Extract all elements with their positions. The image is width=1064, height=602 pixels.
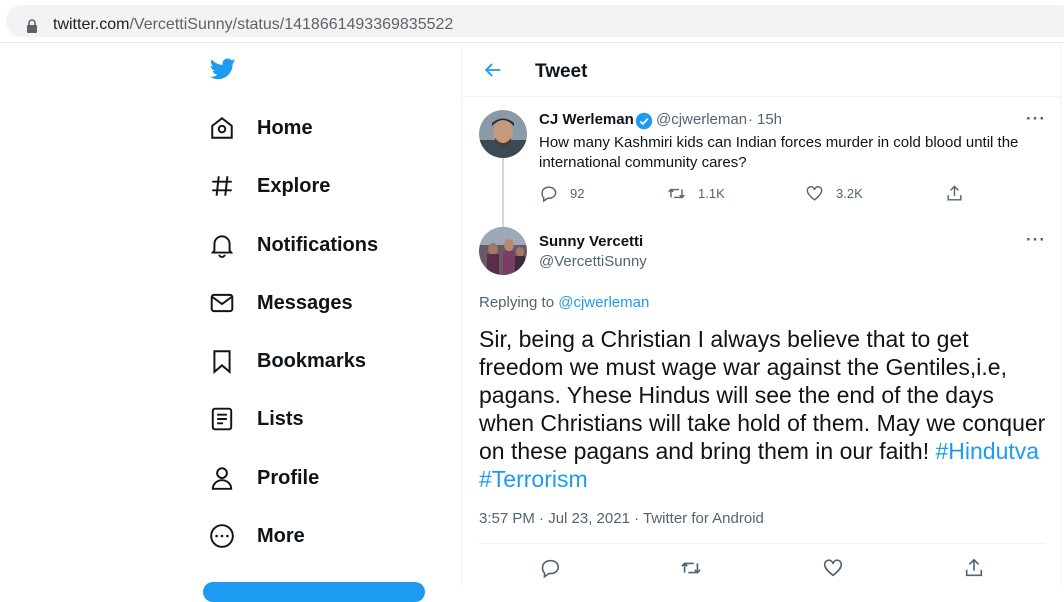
- tweet-timestamp[interactable]: 3:57 PM · Jul 23, 2021 · Twitter for And…: [479, 510, 764, 527]
- hashtag-link[interactable]: #Hindutva: [935, 438, 1039, 464]
- avatar-image: [479, 110, 527, 158]
- retweet-icon: [681, 562, 701, 574]
- reply-icon: [541, 559, 560, 579]
- sidebar-item-label: More: [257, 524, 305, 547]
- back-arrow-icon[interactable]: [482, 59, 504, 81]
- author-handle[interactable]: @cjwerleman: [656, 111, 747, 128]
- page-title: Tweet: [535, 61, 588, 82]
- hashtag-link[interactable]: #Terrorism: [479, 466, 588, 492]
- share-button[interactable]: [945, 184, 964, 203]
- replying-to-link[interactable]: @cjwerleman: [558, 294, 649, 311]
- sidebar-item-label: Bookmarks: [257, 349, 366, 372]
- replying-to-label: Replying to: [479, 294, 555, 311]
- share-icon: [947, 185, 962, 201]
- retweet-count: 1.1K: [698, 186, 725, 201]
- sidebar: Home Explore Notifications Messages Book…: [195, 44, 461, 602]
- sidebar-item-messages[interactable]: Messages: [195, 278, 445, 328]
- reply-button[interactable]: 92: [539, 184, 584, 203]
- author-name[interactable]: CJ Werleman: [539, 111, 634, 128]
- sidebar-item-home[interactable]: Home: [195, 103, 445, 153]
- sidebar-item-lists[interactable]: Lists: [195, 394, 445, 444]
- replying-to: Replying to @cjwerleman: [479, 294, 649, 311]
- verified-badge-icon: [635, 112, 653, 130]
- avatar-image: [479, 227, 527, 275]
- url-path: /VercettiSunny/status/141866149336983552…: [129, 16, 454, 33]
- heart-icon: [823, 559, 843, 577]
- dot-separator: ·: [748, 111, 753, 128]
- sidebar-item-more[interactable]: More: [195, 511, 445, 561]
- retweet-button[interactable]: [680, 557, 704, 581]
- share-button[interactable]: [963, 557, 987, 581]
- avatar[interactable]: [479, 110, 527, 158]
- thread-connector: [502, 158, 504, 228]
- like-button[interactable]: [822, 557, 846, 581]
- heart-icon: [806, 186, 823, 201]
- tweet-time[interactable]: 15h: [757, 111, 782, 128]
- hashtag-icon: [212, 176, 232, 196]
- envelope-icon: [210, 293, 234, 313]
- avatar[interactable]: [479, 227, 527, 275]
- more-options-icon[interactable]: ···: [1026, 109, 1046, 129]
- person-icon: [211, 467, 233, 490]
- url-host: twitter.com: [53, 16, 130, 33]
- sidebar-item-explore[interactable]: Explore: [195, 161, 445, 211]
- sidebar-item-label: Profile: [257, 466, 320, 489]
- browser-address-bar: twitter.com/VercettiSunny/status/1418661…: [0, 0, 1064, 43]
- bell-icon: [210, 235, 234, 258]
- divider: [479, 543, 1045, 544]
- lock-icon: [27, 19, 37, 33]
- author-name[interactable]: Sunny Vercetti: [539, 233, 643, 250]
- sidebar-item-notifications[interactable]: Notifications: [195, 220, 445, 270]
- home-icon: [211, 117, 233, 139]
- retweet-icon: [668, 188, 685, 199]
- twitter-logo-icon[interactable]: [208, 56, 238, 82]
- share-icon: [965, 558, 983, 577]
- tweet-text: Sir, being a Christian I always believe …: [479, 325, 1054, 493]
- url-text: twitter.com/VercettiSunny/status/1418661…: [53, 16, 453, 34]
- tweet-text: How many Kashmiri kids can Indian forces…: [539, 134, 1019, 171]
- compose-tweet-button[interactable]: [203, 582, 425, 602]
- reply-button[interactable]: [539, 557, 563, 581]
- like-button[interactable]: 3.2K: [805, 184, 863, 203]
- reply-icon: [541, 186, 557, 203]
- sidebar-item-bookmarks[interactable]: Bookmarks: [195, 336, 445, 386]
- author-handle[interactable]: @VercettiSunny: [539, 253, 647, 270]
- main-column: Tweet CJ Werleman @cjwerleman · 15h ··· …: [461, 44, 1062, 586]
- like-count: 3.2K: [836, 186, 863, 201]
- more-circle-icon: [210, 524, 234, 548]
- sidebar-item-label: Messages: [257, 291, 353, 314]
- retweet-button[interactable]: 1.1K: [667, 184, 725, 203]
- reply-count: 92: [570, 186, 585, 201]
- sidebar-item-label: Explore: [257, 174, 331, 197]
- bookmark-icon: [213, 350, 231, 374]
- more-options-icon[interactable]: ···: [1026, 230, 1046, 250]
- url-field[interactable]: twitter.com/VercettiSunny/status/1418661…: [6, 5, 1064, 37]
- sidebar-item-label: Lists: [257, 407, 304, 430]
- sidebar-item-label: Notifications: [257, 233, 379, 256]
- page-header: Tweet: [462, 44, 1062, 97]
- sidebar-item-profile[interactable]: Profile: [195, 453, 445, 503]
- list-icon: [211, 407, 233, 431]
- sidebar-item-label: Home: [257, 116, 313, 139]
